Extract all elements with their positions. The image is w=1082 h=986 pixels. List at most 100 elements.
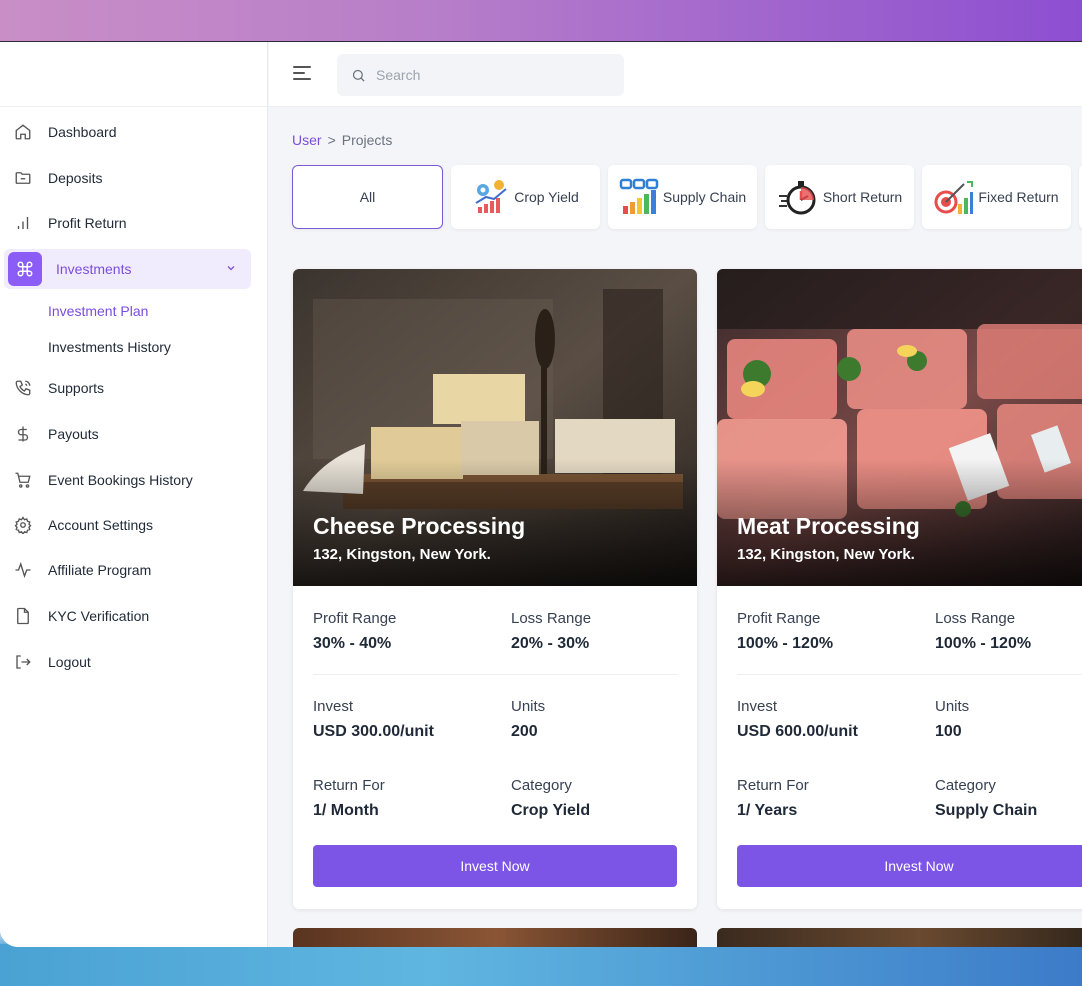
field-label: Loss Range <box>935 610 1016 627</box>
units-field: Units 200 <box>511 698 545 741</box>
category-filter-short-return[interactable]: Short Return <box>765 165 914 229</box>
category-field: Category Supply Chain <box>935 777 1037 820</box>
sidebar-item-label: Logout <box>48 654 91 670</box>
top-bar <box>269 42 1082 107</box>
sidebar-item-supports[interactable]: Supports <box>4 368 251 408</box>
sidebar-item-account-settings[interactable]: Account Settings <box>4 505 251 545</box>
field-label: Profit Range <box>313 610 397 627</box>
field-value: 200 <box>511 723 538 740</box>
category-label: All <box>359 189 376 205</box>
sidebar-item-investments[interactable]: Investments <box>4 249 251 289</box>
field-value: USD 600.00/unit <box>737 723 858 740</box>
field-label: Category <box>935 777 996 794</box>
category-label: Fixed Return <box>978 189 1059 205</box>
field-label: Loss Range <box>511 610 592 627</box>
sidebar-item-label: Deposits <box>48 170 103 186</box>
sidebar-item-label: Affiliate Program <box>48 562 152 578</box>
units-field: Units 100 <box>935 698 969 741</box>
home-icon <box>12 121 34 143</box>
breadcrumb-current: Projects <box>341 132 393 148</box>
sidebar-item-label: Payouts <box>48 426 99 442</box>
field-label: Return For <box>313 777 385 794</box>
bar-chart-icon <box>12 212 34 234</box>
stopwatch-icon <box>778 181 816 215</box>
sidebar-item-profit-return[interactable]: Profit Return <box>4 203 251 243</box>
dollar-icon <box>12 423 34 445</box>
project-card: Cheese Processing 132, Kingston, New Yor… <box>293 269 697 909</box>
sidebar-item-label: Investments <box>56 261 132 277</box>
sidebar-item-dashboard[interactable]: Dashboard <box>4 112 251 152</box>
return-for-field: Return For 1/ Years <box>737 777 809 820</box>
crop-yield-icon <box>475 180 507 213</box>
project-card-peek <box>717 928 1082 947</box>
invest-field: Invest USD 300.00/unit <box>313 698 434 741</box>
field-label: Units <box>511 698 546 715</box>
field-value: USD 300.00/unit <box>313 723 434 740</box>
category-filter-supply-chain[interactable]: Supply Chain <box>608 165 757 229</box>
app-window: Dashboard Deposits Profit Return Investm… <box>0 41 1082 947</box>
desktop-background-top <box>0 0 1082 42</box>
breadcrumb-root-link[interactable]: User <box>292 132 322 148</box>
sidebar-item-label: Dashboard <box>48 124 117 140</box>
sidebar-item-label: KYC Verification <box>48 608 150 624</box>
sidebar-item-affiliate-program[interactable]: Affiliate Program <box>4 550 251 590</box>
invest-now-button[interactable]: Invest Now <box>313 845 677 887</box>
field-value: 1/ Month <box>313 802 379 819</box>
sidebar-item-payouts[interactable]: Payouts <box>4 414 251 454</box>
field-label: Profit Range <box>737 610 821 627</box>
invest-field: Invest USD 600.00/unit <box>737 698 858 741</box>
main-content: User > Projects All Crop Yield <box>269 42 1082 947</box>
sidebar-item-logout[interactable]: Logout <box>4 642 251 682</box>
submenu-item-investment-plan[interactable]: Investment Plan <box>48 303 148 319</box>
search-input[interactable] <box>376 67 596 83</box>
chevron-down-icon[interactable] <box>225 262 237 277</box>
supply-chain-icon <box>619 178 659 214</box>
submenu-item-investments-history[interactable]: Investments History <box>48 339 171 355</box>
profit-range-field: Profit Range 100% - 120% <box>737 610 833 653</box>
search-box <box>337 54 624 96</box>
category-label: Crop Yield <box>514 189 579 205</box>
field-label: Invest <box>313 698 354 715</box>
field-value: 30% - 40% <box>313 635 392 652</box>
sidebar-item-deposits[interactable]: Deposits <box>4 158 251 198</box>
sidebar-item-label: Supports <box>48 380 105 396</box>
logout-icon <box>12 651 34 673</box>
field-value: 100% - 120% <box>935 635 1032 652</box>
field-label: Units <box>935 698 970 715</box>
category-filter-crop-yield[interactable]: Crop Yield <box>451 165 600 229</box>
field-value: 100 <box>935 723 962 740</box>
sidebar-item-label: Profit Return <box>48 215 127 231</box>
field-label: Category <box>511 777 572 794</box>
field-value: 1/ Years <box>737 802 798 819</box>
loss-range-field: Loss Range 100% - 120% <box>935 610 1031 653</box>
category-label: Short Return <box>822 189 903 205</box>
project-card-peek <box>293 928 697 947</box>
phone-icon <box>12 377 34 399</box>
sidebar-brand-area <box>0 42 267 107</box>
category-filter-all[interactable]: All <box>292 165 443 229</box>
divider <box>737 674 1082 675</box>
sidebar-item-label: Account Settings <box>48 517 154 533</box>
gear-icon <box>12 514 34 536</box>
project-address: 132, Kingston, New York. <box>313 546 491 563</box>
category-filter-fixed-return[interactable]: Fixed Return <box>922 165 1071 229</box>
cart-icon <box>12 469 34 491</box>
hamburger-menu-icon[interactable] <box>293 66 311 82</box>
sidebar-item-kyc-verification[interactable]: KYC Verification <box>4 596 251 636</box>
profit-range-field: Profit Range 30% - 40% <box>313 610 396 653</box>
invest-now-button[interactable]: Invest Now <box>737 845 1082 887</box>
sidebar: Dashboard Deposits Profit Return Investm… <box>0 42 268 947</box>
field-value: 20% - 30% <box>511 635 590 652</box>
command-icon <box>8 252 42 286</box>
field-label: Invest <box>737 698 778 715</box>
project-card: Meat Processing 132, Kingston, New York.… <box>717 269 1082 909</box>
breadcrumb-separator: > <box>327 132 336 148</box>
return-for-field: Return For 1/ Month <box>313 777 385 820</box>
divider <box>313 674 677 675</box>
loss-range-field: Loss Range 20% - 30% <box>511 610 591 653</box>
sidebar-item-event-bookings-history[interactable]: Event Bookings History <box>4 460 251 500</box>
target-growth-icon <box>934 181 974 214</box>
category-field: Category Crop Yield <box>511 777 590 820</box>
search-icon <box>352 69 365 82</box>
activity-icon <box>12 559 34 581</box>
